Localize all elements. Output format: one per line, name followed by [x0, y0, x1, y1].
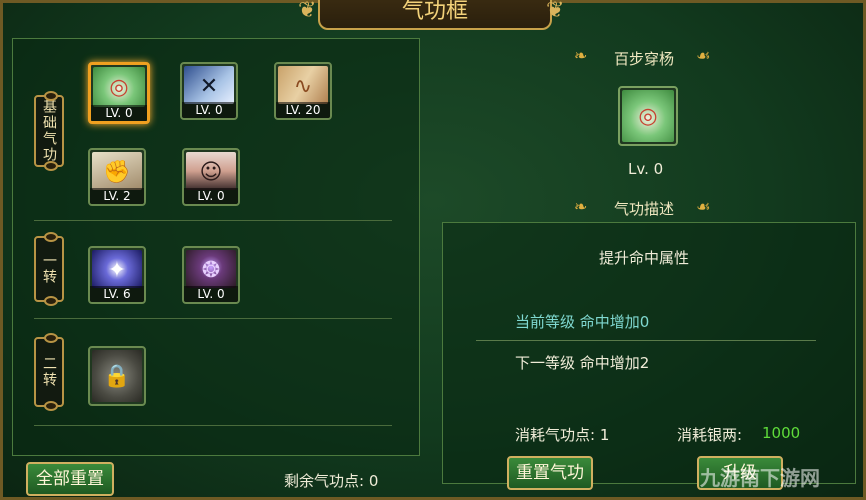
lightning-orb-icon: ✦: [92, 250, 142, 288]
swooping-bird-icon: ✕: [184, 66, 234, 104]
row-label-basic: 基础气功: [34, 91, 64, 171]
cloud-ornament-icon: ☙: [696, 197, 711, 216]
skill-level: LV. 0: [184, 188, 238, 204]
skill-slot-2[interactable]: ✕ LV. 0: [180, 62, 238, 120]
description-divider: [476, 340, 816, 341]
window-title: 气功框: [318, 0, 552, 30]
cloud-ornament-icon: ❧: [574, 197, 588, 216]
skill-slot-3[interactable]: ∿ LV. 20: [274, 62, 332, 120]
skill-slot-7[interactable]: ❂ LV. 0: [182, 246, 240, 304]
fist-icon: ✊: [92, 152, 142, 190]
reset-skill-button[interactable]: 重置气功: [507, 456, 593, 490]
current-level-effect: 当前等级 命中增加0: [515, 313, 650, 331]
skill-level: LV. 0: [184, 286, 238, 302]
apple-target-icon: ◎: [622, 90, 674, 142]
apple-target-icon: ◎: [93, 67, 145, 107]
row-divider: [34, 318, 392, 319]
lock-icon: 🔒: [92, 350, 142, 402]
site-watermark: 九游南下游网: [700, 466, 820, 490]
skill-level: LV. 6: [90, 286, 144, 302]
cost-silver-value: 1000: [762, 424, 801, 442]
next-level-effect: 下一等级 命中增加2: [515, 354, 650, 372]
cost-silver-label: 消耗银两:: [677, 426, 743, 444]
purple-orb-icon: ❂: [186, 250, 236, 288]
skill-level: LV. 2: [90, 188, 144, 204]
cloud-ornament-icon: ❧: [574, 46, 588, 65]
warrior-portrait-icon: ☺: [186, 152, 236, 190]
selected-skill-name: 百步穿杨: [614, 50, 675, 68]
skill-level: LV. 0: [91, 105, 147, 121]
skill-slot-5[interactable]: ☺ LV. 0: [182, 148, 240, 206]
skill-slot-6[interactable]: ✦ LV. 6: [88, 246, 146, 304]
row-label-first-turn: 一转: [34, 232, 64, 306]
title-ornament-right-icon: ❦: [546, 0, 565, 23]
row-divider: [34, 425, 392, 426]
remaining-points: 剩余气功点: 0: [284, 472, 379, 490]
skill-level: LV. 20: [276, 102, 330, 118]
reset-all-button[interactable]: 全部重置: [26, 462, 114, 496]
description-text: 提升命中属性: [599, 249, 690, 267]
skill-level: LV. 0: [182, 102, 236, 118]
cost-points: 消耗气功点: 1: [515, 426, 610, 444]
skill-slot-locked[interactable]: 🔒: [88, 346, 146, 406]
skill-slot-4[interactable]: ✊ LV. 2: [88, 148, 146, 206]
row-divider: [34, 220, 392, 221]
skill-slot-baibu-chuanyang[interactable]: ◎ LV. 0: [88, 62, 150, 124]
row-label-second-turn: 二转: [34, 333, 64, 411]
selected-skill-level: Lv. 0: [628, 160, 664, 178]
selected-skill-icon-frame: ◎: [618, 86, 678, 146]
cloud-ornament-icon: ☙: [696, 46, 711, 65]
description-title: 气功描述: [614, 200, 675, 218]
scroll-icon: ∿: [278, 66, 328, 104]
